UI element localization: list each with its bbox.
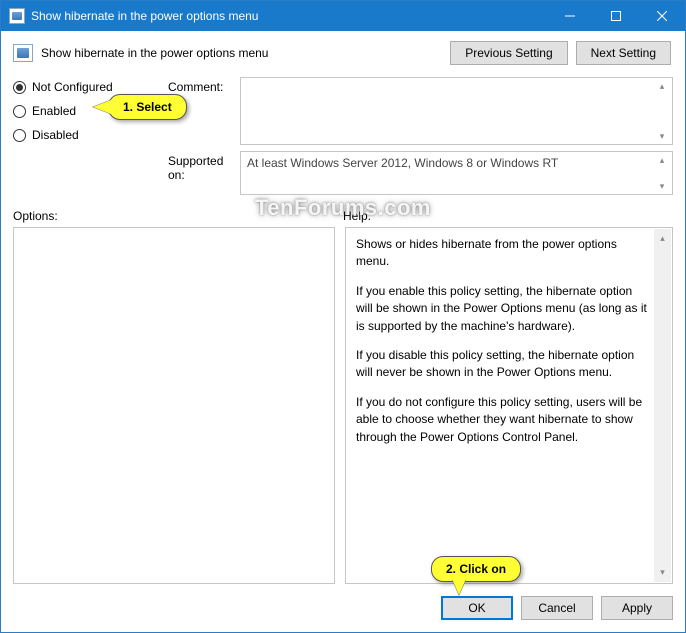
close-button[interactable]: [639, 1, 685, 31]
window-title: Show hibernate in the power options menu: [31, 9, 547, 23]
scroll-down-icon: ▾: [656, 180, 668, 192]
setting-icon: [13, 44, 33, 62]
supported-value: At least Windows Server 2012, Windows 8 …: [247, 156, 558, 170]
scroll-down-icon[interactable]: ▾: [660, 566, 665, 579]
previous-setting-button[interactable]: Previous Setting: [450, 41, 567, 65]
comment-textbox[interactable]: ▴ ▾: [240, 77, 673, 145]
cancel-button[interactable]: Cancel: [521, 596, 593, 620]
scroll-up-icon: ▴: [656, 154, 668, 166]
options-panel: [13, 227, 335, 584]
callout-select: 1. Select: [108, 94, 187, 120]
titlebar[interactable]: Show hibernate in the power options menu: [1, 1, 685, 31]
minimize-button[interactable]: [547, 1, 593, 31]
help-text: If you disable this policy setting, the …: [356, 347, 650, 382]
radio-icon: [13, 129, 26, 142]
help-label: Help:: [343, 209, 371, 223]
app-icon: [9, 8, 25, 24]
radio-label: Enabled: [32, 104, 76, 118]
radio-not-configured[interactable]: Not Configured: [13, 80, 168, 94]
radio-icon: [13, 81, 26, 94]
scroll-up-icon: ▴: [656, 80, 668, 92]
scroll-down-icon: ▾: [656, 130, 668, 142]
supported-label: Supported on:: [168, 151, 240, 195]
radio-label: Not Configured: [32, 80, 113, 94]
radio-disabled[interactable]: Disabled: [13, 128, 168, 142]
apply-button[interactable]: Apply: [601, 596, 673, 620]
options-label: Options:: [13, 209, 343, 223]
setting-name: Show hibernate in the power options menu: [41, 46, 450, 60]
supported-on-textbox: At least Windows Server 2012, Windows 8 …: [240, 151, 673, 195]
scrollbar[interactable]: ▴ ▾: [654, 229, 671, 582]
help-text: If you enable this policy setting, the h…: [356, 283, 650, 335]
ok-button[interactable]: OK: [441, 596, 513, 620]
callout-click: 2. Click on: [431, 556, 521, 582]
help-panel: Shows or hides hibernate from the power …: [345, 227, 673, 584]
help-text: Shows or hides hibernate from the power …: [356, 236, 650, 271]
state-radio-group: 1. Select Not Configured Enabled Disable…: [13, 77, 168, 145]
maximize-button[interactable]: [593, 1, 639, 31]
scroll-up-icon[interactable]: ▴: [660, 232, 665, 245]
radio-icon: [13, 105, 26, 118]
radio-label: Disabled: [32, 128, 79, 142]
next-setting-button[interactable]: Next Setting: [576, 41, 671, 65]
help-text: If you do not configure this policy sett…: [356, 394, 650, 446]
